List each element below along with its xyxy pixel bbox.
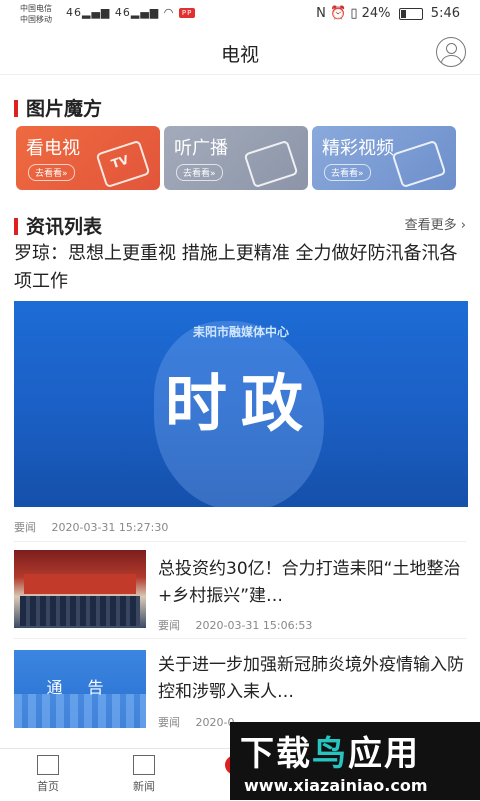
network-label-2: 46: [114, 6, 131, 19]
news-item-meta: 要闻 2020-03-31 15:06:53: [158, 617, 312, 633]
news-item-title[interactable]: 总投资约30亿！合力打造耒阳“土地整治+乡村振兴”建…: [158, 556, 464, 610]
status-bar: 中国电信 中国移动 46▂▄▆ 46▂▄▆ ◠ PP N ⏰ ▯ 24% 5:4…: [0, 0, 480, 30]
news-time: 2020-03-31 15:27:30: [51, 521, 169, 534]
wifi-icon: ◠: [163, 6, 175, 19]
thumb-people: [20, 596, 140, 626]
tv-icon: TV: [95, 139, 151, 189]
page-title: 电视: [220, 44, 259, 66]
banner-org: 耒阳市融媒体中心: [192, 325, 289, 339]
watermark-logo: 下载鸟应用 www.xiazainiao.com: [230, 722, 480, 800]
radio-icon: [243, 139, 299, 189]
news-tag: 要闻: [158, 716, 180, 729]
news-icon: [133, 755, 155, 775]
section-cube-label: 图片魔方: [26, 98, 103, 120]
video-icon: [391, 139, 447, 189]
watermark-url: www.xiazainiao.com: [244, 776, 428, 795]
thumb-city: [14, 694, 146, 728]
tab-label: 首页: [37, 780, 59, 793]
signal-icons: 46▂▄▆ 46▂▄▆ ◠ PP: [66, 6, 196, 19]
carrier-info: 中国电信 中国移动: [20, 3, 52, 25]
alarm-icon: ⏰: [329, 6, 347, 21]
nfc-icon: N: [316, 6, 326, 21]
section-marker: [14, 100, 18, 117]
signal-icon: ▂▄▆: [82, 6, 111, 19]
watermark-brand: 下载鸟应用: [240, 734, 420, 774]
network-label-1: 46: [66, 6, 82, 19]
cube-go-link: 去看看»: [28, 164, 75, 181]
section-marker: [14, 218, 18, 235]
news-thumbnail[interactable]: 通 告: [14, 650, 146, 728]
thumb-text: 通 告: [46, 678, 114, 697]
cube-watch-tv[interactable]: 看电视 去看看» TV: [16, 126, 160, 190]
section-title-cube: 图片魔方: [14, 94, 102, 121]
view-more-link[interactable]: 查看更多 ›: [405, 214, 466, 233]
news-thumbnail[interactable]: [14, 550, 146, 628]
news-tag: 要闻: [158, 619, 180, 632]
tab-label: 新闻: [133, 780, 155, 793]
news-time: 2020-03-31 15:06:53: [195, 619, 313, 632]
avatar-body: [441, 55, 462, 66]
cube-go-link: 去看看»: [176, 164, 223, 181]
news-item-title[interactable]: 关于进一步加强新冠肺炎境外疫情输入防控和涉鄂入耒人…: [158, 652, 464, 706]
divider: [14, 638, 466, 639]
news-item-meta: 要闻 2020-0: [158, 714, 234, 730]
banner-text: 时政: [164, 367, 317, 440]
tab-news[interactable]: 新闻: [114, 755, 174, 794]
carrier-1: 中国电信: [20, 4, 52, 13]
signal-icon: ▂▄▆: [130, 6, 160, 19]
carrier-2: 中国移动: [20, 15, 52, 24]
user-avatar-icon[interactable]: [436, 37, 466, 67]
battery-percent: 24%: [361, 6, 391, 21]
title-bar: 电视: [0, 30, 480, 75]
clock: 5:46: [430, 6, 460, 21]
app-badge: PP: [178, 8, 196, 18]
battery-icon: [398, 7, 423, 20]
thumb-stage: [24, 574, 136, 594]
top-news-banner[interactable]: 耒阳市融媒体中心 时政: [14, 301, 468, 507]
cube-go-link: 去看看»: [324, 164, 371, 181]
avatar-head: [446, 43, 457, 54]
cube-label: 看电视: [26, 138, 80, 159]
section-title-news: 资讯列表: [14, 212, 102, 239]
status-right: N ⏰ ▯ 24% 5:46: [316, 6, 460, 21]
news-tag: 要闻: [14, 521, 36, 534]
cube-videos[interactable]: 精彩视频 去看看»: [312, 126, 456, 190]
top-news-meta: 要闻 2020-03-31 15:27:30: [14, 519, 168, 535]
section-news-label: 资讯列表: [26, 216, 103, 238]
cube-label: 精彩视频: [322, 138, 394, 159]
vibrate-icon: ▯: [350, 6, 358, 21]
home-icon: [37, 755, 59, 775]
cube-label: 听广播: [174, 138, 228, 159]
tab-home[interactable]: 首页: [18, 755, 78, 794]
cube-listen-radio[interactable]: 听广播 去看看»: [164, 126, 308, 190]
top-news-title[interactable]: 罗琼：思想上更重视 措施上更精准 全力做好防汛备汛各项工作: [14, 240, 466, 296]
divider: [14, 541, 466, 542]
news-time: 2020-0: [195, 716, 235, 729]
